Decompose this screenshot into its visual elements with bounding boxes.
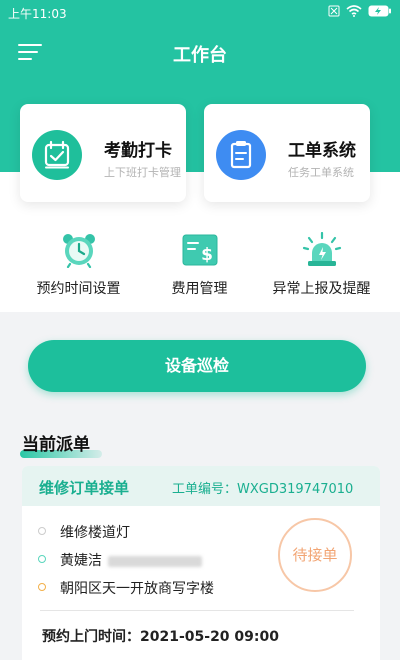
appointment-value: 2021-05-20 09:00	[140, 629, 279, 645]
attendance-title: 考勤打卡	[104, 141, 172, 161]
wifi-icon	[346, 5, 362, 17]
clipboard-icon	[216, 130, 266, 180]
work-order-subtitle: 任务工单系统	[288, 166, 354, 179]
bill-dollar-icon: $	[182, 234, 217, 266]
timeline-dot	[38, 527, 46, 535]
blurred-phone	[108, 555, 202, 567]
customer-name: 黄婕洁	[60, 553, 102, 569]
status-icons	[328, 5, 392, 17]
order-card[interactable]: 维修订单接单 工单编号：WXGD319747010 维修楼道灯 黄婕洁 朝阳区天…	[22, 466, 380, 660]
quick-action-appointment[interactable]: 预约时间设置	[12, 228, 145, 298]
equipment-patrol-button[interactable]: 设备巡检	[28, 340, 366, 392]
appointment-time: 预约上门时间：2021-05-20 09:00	[42, 626, 279, 646]
status-bar: 上午11:03	[0, 0, 400, 26]
svg-text:$: $	[201, 245, 213, 265]
order-card-header: 维修订单接单 工单编号：WXGD319747010	[22, 466, 380, 506]
battery-icon	[368, 5, 391, 17]
order-number-value: WXGD319747010	[237, 482, 354, 497]
warning-light-icon	[302, 232, 341, 266]
calendar-check-icon	[32, 130, 82, 180]
order-item: 维修楼道灯	[60, 525, 130, 541]
quick-action-exception[interactable]: 异常上报及提醒	[255, 228, 388, 298]
order-type: 维修订单接单	[39, 479, 130, 497]
quick-action-label: 费用管理	[171, 281, 228, 297]
order-number: 工单编号：WXGD319747010	[172, 478, 353, 497]
divider	[40, 610, 354, 611]
order-number-label: 工单编号：	[172, 482, 238, 497]
page-title: 工作台	[173, 45, 227, 66]
attendance-subtitle: 上下班打卡管理	[104, 166, 181, 179]
app-header: 工作台	[0, 26, 400, 78]
alarm-clock-icon	[62, 234, 95, 268]
work-order-title: 工单系统	[288, 141, 356, 161]
quick-action-expense[interactable]: $ 费用管理	[133, 228, 266, 298]
timeline-dot	[38, 555, 46, 563]
quick-action-label: 预约时间设置	[36, 281, 121, 297]
attendance-card[interactable]: 考勤打卡 上下班打卡管理	[20, 104, 186, 202]
pending-status-stamp[interactable]: 待接单	[278, 518, 352, 592]
work-order-card[interactable]: 工单系统 任务工单系统	[204, 104, 370, 202]
current-orders-title: 当前派单	[22, 435, 90, 455]
quick-action-label: 异常上报及提醒	[272, 281, 371, 297]
appointment-label: 预约上门时间：	[42, 629, 140, 645]
status-time: 上午11:03	[8, 7, 67, 21]
order-address: 朝阳区天一开放商写字楼	[60, 581, 214, 597]
timeline-dot	[38, 583, 46, 591]
sim-x-icon	[328, 5, 340, 17]
